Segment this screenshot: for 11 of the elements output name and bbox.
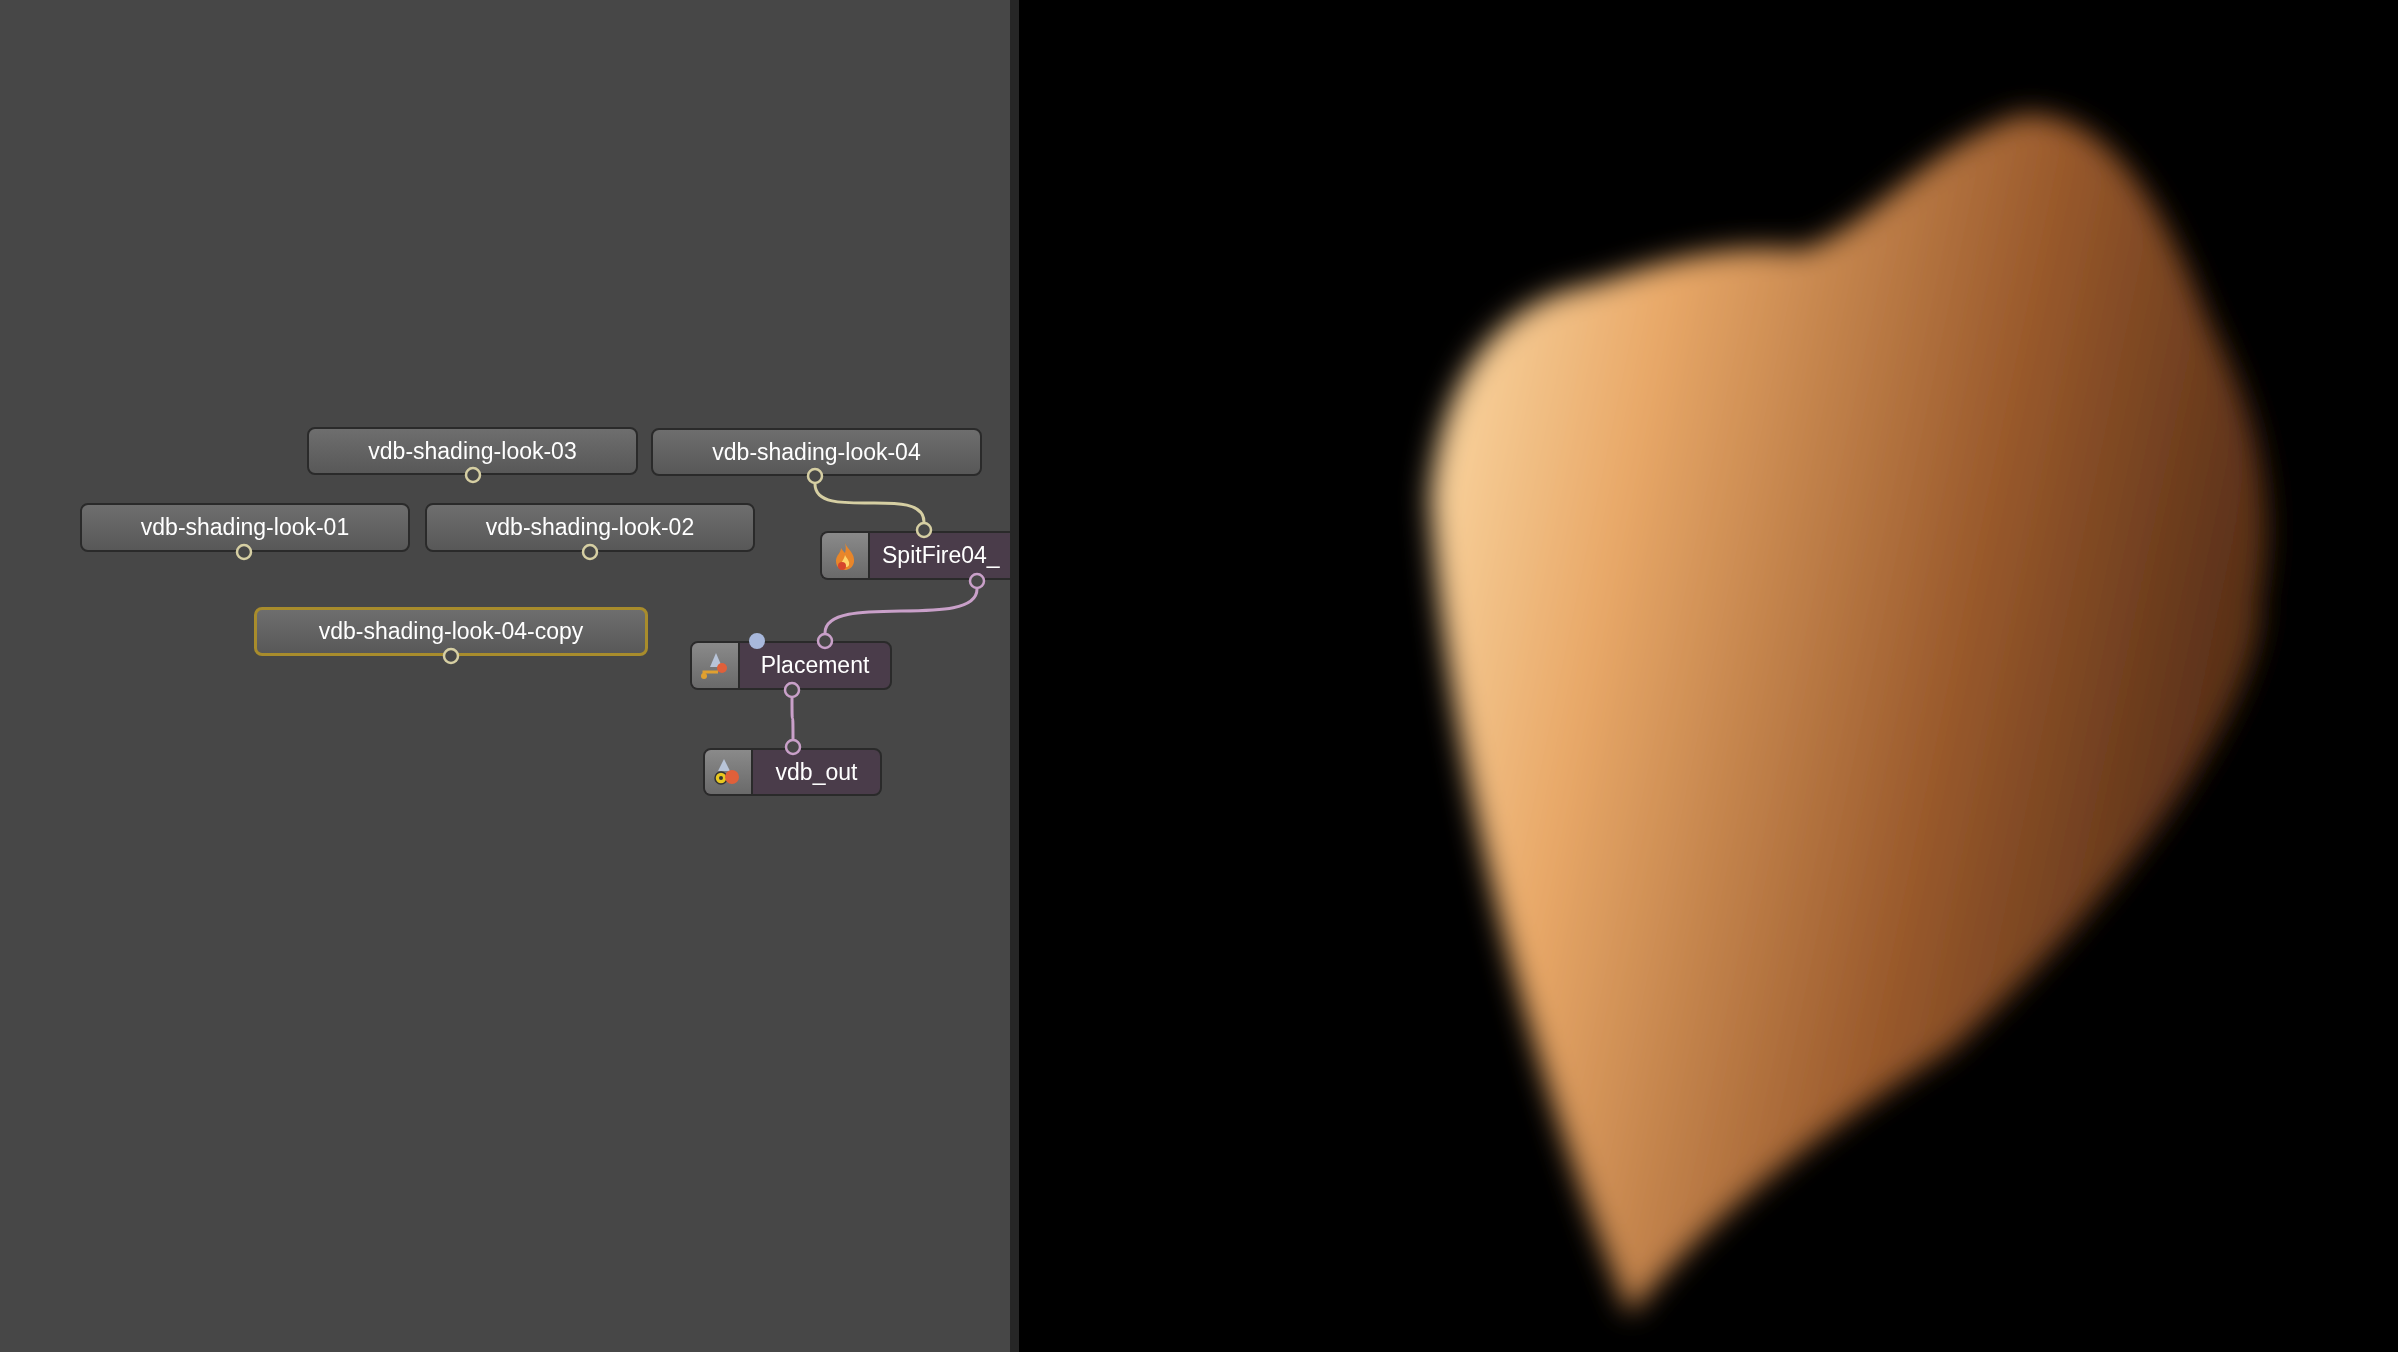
shading-node[interactable]: vdb-shading-look-04 [651, 428, 982, 476]
shading-node[interactable]: vdb-shading-look-04-copy [254, 607, 648, 656]
flame-icon [822, 533, 870, 578]
connection-wire [790, 698, 795, 739]
shading-node[interactable]: vdb-shading-look-03 [307, 427, 638, 475]
operator-node[interactable]: Placement [690, 641, 892, 690]
shapes-icon [705, 750, 753, 794]
shading-node[interactable]: vdb-shading-look-01 [80, 503, 410, 552]
operator-node[interactable]: vdb_out [703, 748, 882, 796]
operator-node[interactable]: SpitFire04_ [820, 531, 1010, 580]
shading-node[interactable]: vdb-shading-look-02 [425, 503, 755, 552]
